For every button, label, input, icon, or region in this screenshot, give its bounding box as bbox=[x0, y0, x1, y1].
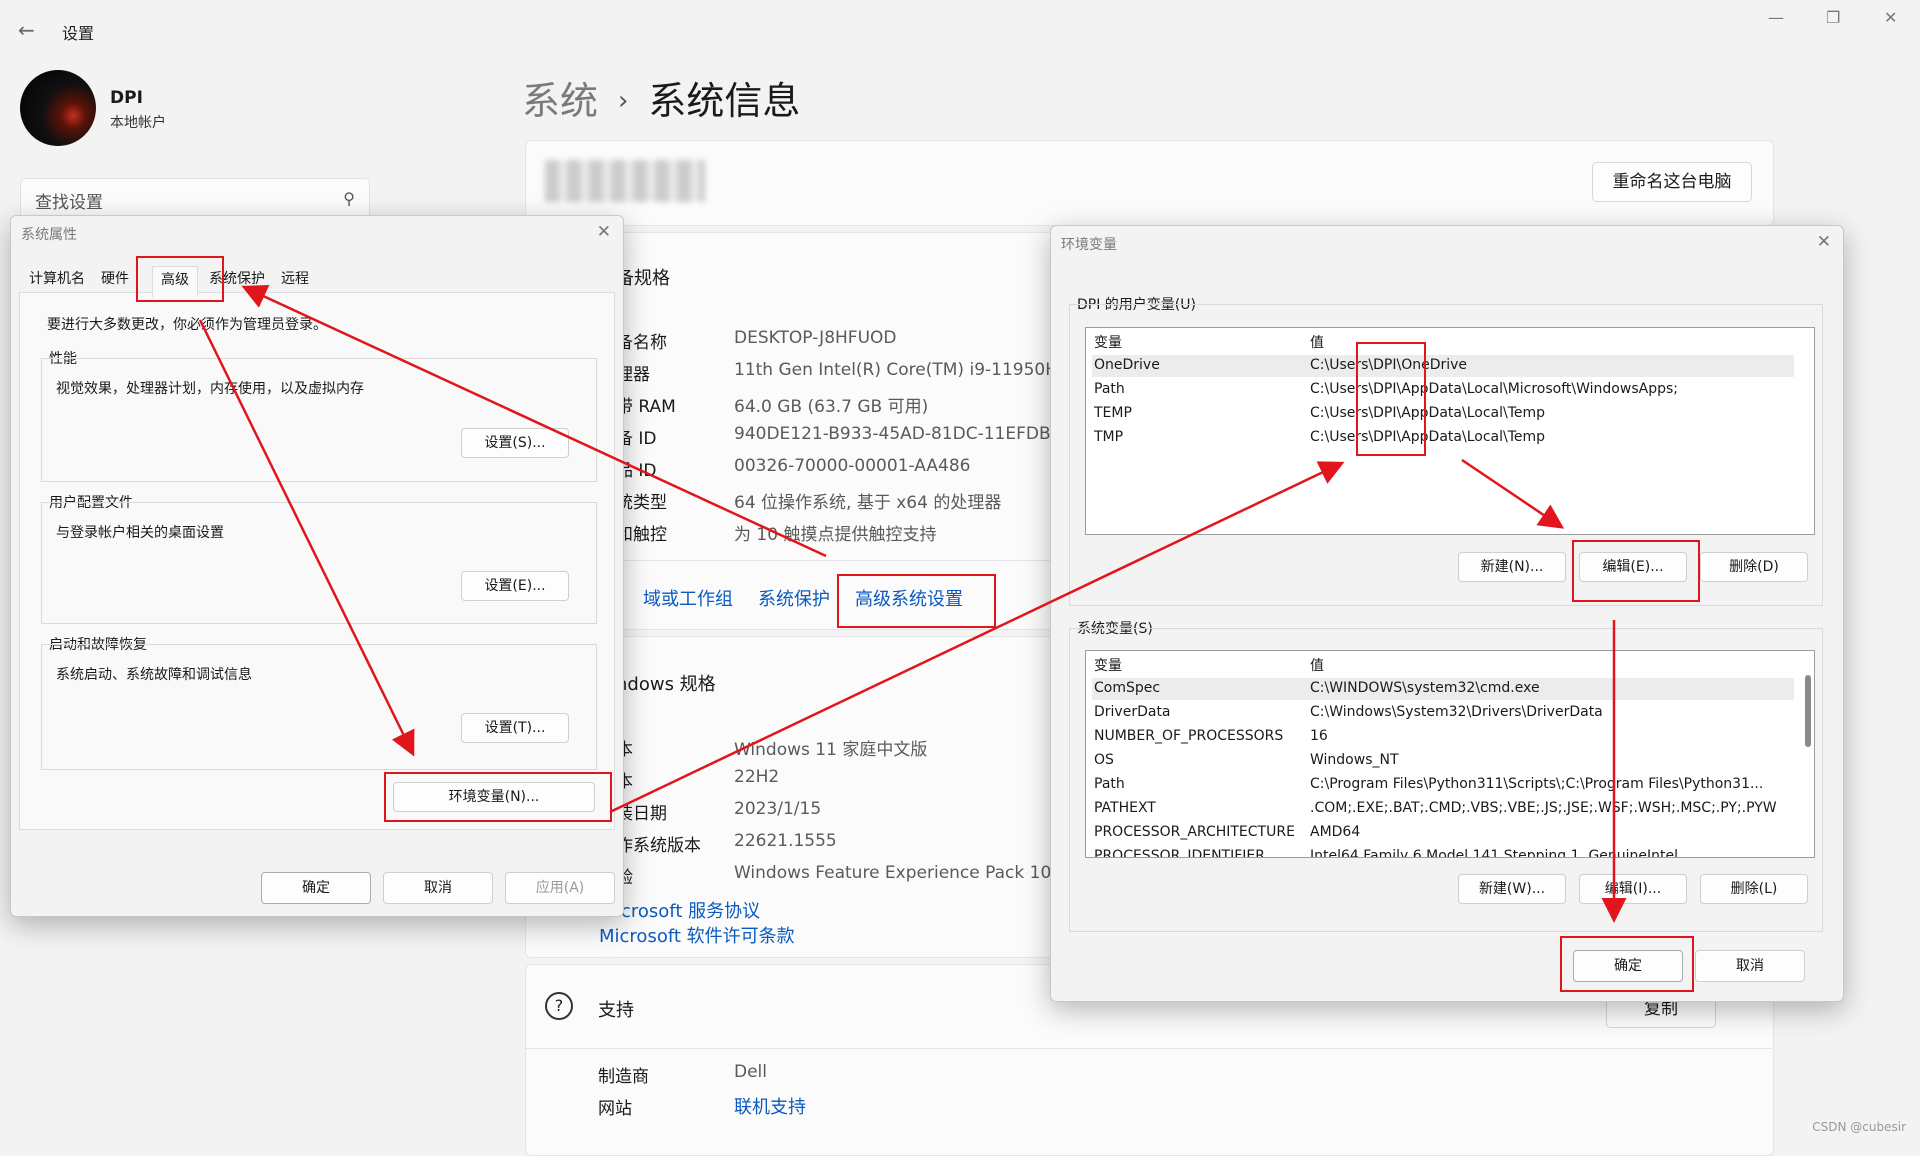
arrow-tab-to-env bbox=[198, 319, 415, 757]
arrow-link-to-tab bbox=[241, 285, 827, 558]
arrow-path-to-edit bbox=[1461, 458, 1565, 529]
annotation-arrows bbox=[198, 285, 1627, 923]
watermark: CSDN @cubesir bbox=[1812, 1120, 1906, 1134]
arrow-env-to-path bbox=[609, 461, 1345, 814]
